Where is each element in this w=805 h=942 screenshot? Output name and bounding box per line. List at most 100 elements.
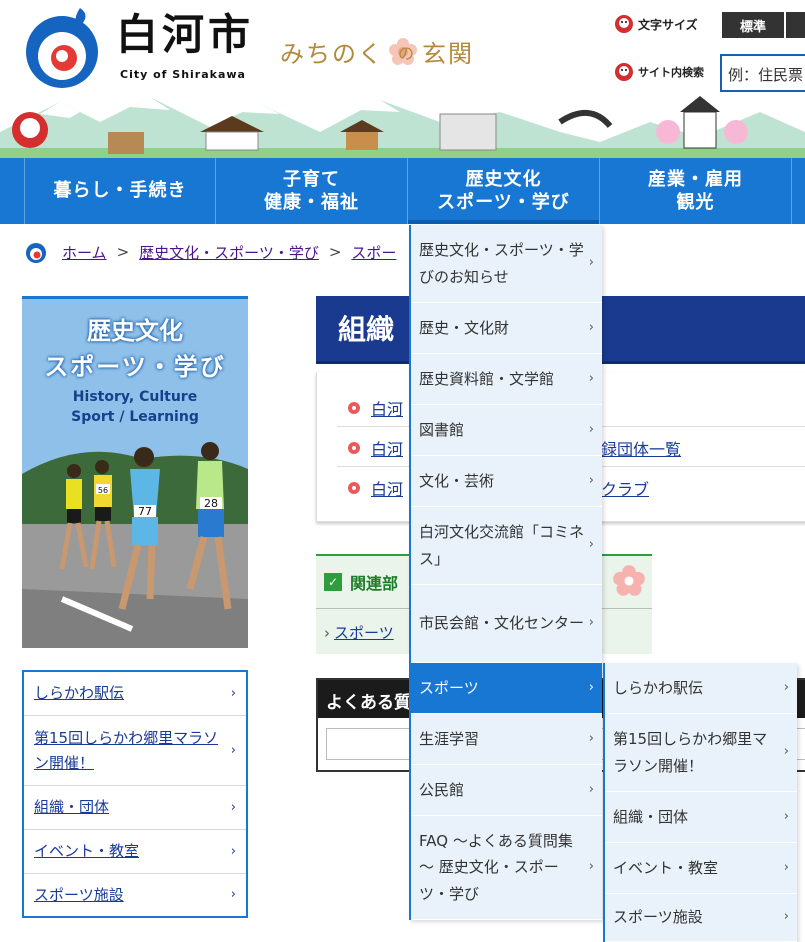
subdropdown-item[interactable]: 組織・団体 › [605, 792, 797, 843]
page-title: 組織 [338, 313, 395, 346]
chevron-right-icon: › [230, 887, 236, 903]
dropdown-item[interactable]: FAQ ～よくある質問集～ 歴史文化・スポーツ・学び › [411, 816, 602, 920]
organization-link[interactable]: 白河 録団体一覧 [347, 436, 681, 460]
subdropdown-item-label: 第15回しらかわ郷里マラソン開催！ [613, 730, 768, 775]
side-menu-item[interactable]: 組織・団体 › [24, 786, 246, 830]
nav-item-childcare[interactable]: 子育て 健康・福祉 [216, 158, 408, 224]
side-menu-item[interactable]: 第15回しらかわ郷里マラソン開催！ › [24, 716, 246, 786]
dropdown-item-label: 歴史文化・スポーツ・学びのお知らせ [419, 241, 584, 286]
breadcrumb-separator: > [328, 243, 342, 261]
dropdown-item-sports[interactable]: スポーツ › [411, 663, 602, 714]
site-name-en: City of Shirakawa [120, 68, 246, 81]
plum-bullet-icon [348, 482, 360, 494]
dropdown-item-label: スポーツ [419, 678, 479, 697]
nav-item-label: 健康・福祉 [264, 192, 359, 213]
daruma-icon [615, 63, 633, 81]
nav-item-label: 観光 [676, 192, 715, 213]
page: 白河市 City of Shirakawa みちのく の 玄関 文字サイズ 標準… [0, 0, 805, 942]
side-menu-item[interactable]: イベント・教室 › [24, 830, 246, 874]
city-logo-icon[interactable] [22, 6, 102, 92]
chevron-right-icon: › [588, 679, 594, 695]
side-banner[interactable]: 56 77 28 歴史文化 スポーツ・学び History, Culture S… [22, 296, 248, 648]
side-menu-item-label: 組織・団体 [34, 798, 110, 817]
font-size-standard-button[interactable]: 標準 [722, 12, 784, 38]
nav-item-culture-sports[interactable]: 歴史文化 スポーツ・学び [408, 158, 600, 224]
dropdown-item[interactable]: 文化・芸術 › [411, 456, 602, 507]
organization-link-tail: 録団体一覧 [601, 440, 682, 459]
dropdown-item-label: 公民館 [419, 780, 465, 799]
subdropdown-item[interactable]: 第15回しらかわ郷里マラソン開催！ › [605, 714, 797, 792]
subdropdown-item[interactable]: イベント・教室 › [605, 843, 797, 894]
banner-title: 歴史文化 [87, 317, 183, 345]
daruma-icon [615, 15, 633, 33]
plum-bullet-icon [348, 442, 360, 454]
chevron-right-icon: › [230, 799, 236, 815]
dropdown-item[interactable]: 歴史・文化財 › [411, 303, 602, 354]
subdropdown-item[interactable]: しらかわ駅伝 › [605, 663, 797, 714]
dropdown-item-label: FAQ ～よくある質問集～ 歴史文化・スポーツ・学び [419, 832, 573, 903]
side-menu-item-label: 第15回しらかわ郷里マラソン開催！ [34, 728, 219, 772]
nav-item-label: スポーツ・学び [437, 192, 570, 213]
chevron-right-icon: › [588, 472, 594, 488]
dropdown-item[interactable]: 白河文化交流館「コミネス」 › [411, 507, 602, 585]
global-nav: 暮らし・手続き 子育て 健康・福祉 歴史文化 スポーツ・学び 産業・雇用 観光 [0, 158, 805, 224]
chevron-right-icon: › [230, 843, 236, 859]
chevron-right-icon: › [588, 370, 594, 386]
dropdown-item[interactable]: 公民館 › [411, 765, 602, 816]
organization-link-label: 白河 [371, 440, 404, 459]
dropdown-item[interactable]: 歴史資料館・文学館 › [411, 354, 602, 405]
subdropdown-item-label: スポーツ施設 [613, 908, 703, 927]
dropdown-item[interactable]: 図書館 › [411, 405, 602, 456]
subdropdown-item[interactable]: スポーツ施設 › [605, 894, 797, 942]
subdropdown-item-label: イベント・教室 [613, 858, 719, 877]
nav-item-industry[interactable]: 産業・雇用 観光 [600, 158, 792, 224]
side-menu-item-label: イベント・教室 [34, 842, 140, 861]
side-menu-item[interactable]: スポーツ施設 › [24, 874, 246, 916]
chevron-right-icon: › [783, 744, 789, 760]
tagline: みちのく の 玄関 [280, 34, 474, 69]
chevron-right-icon: › [324, 623, 330, 642]
related-link[interactable]: › スポーツ [324, 622, 394, 643]
breadcrumb-sports-link[interactable]: スポー [351, 242, 396, 263]
organization-link[interactable]: 白河 [347, 396, 403, 420]
site-name[interactable]: 白河市 [116, 14, 254, 56]
nav-item-living[interactable]: 暮らし・手続き [24, 158, 216, 224]
dropdown-item-label: 図書館 [419, 420, 465, 439]
related-heading: ✓ 関連部 [324, 570, 398, 594]
organization-link-tail: クラブ [601, 480, 650, 499]
breadcrumb-culture-link[interactable]: 歴史文化・スポーツ・学び [139, 242, 319, 263]
dropdown-item-label: 文化・芸術 [419, 471, 495, 490]
dropdown-item[interactable]: 市民会館・文化センター › [411, 585, 602, 663]
chevron-right-icon: › [588, 859, 594, 875]
font-size-large-button[interactable] [786, 12, 805, 38]
chevron-right-icon: › [588, 730, 594, 746]
dropdown-item[interactable]: 歴史文化・スポーツ・学びのお知らせ › [411, 225, 602, 303]
chevron-right-icon: › [588, 537, 594, 553]
bib-number: 77 [138, 505, 152, 518]
dropdown-item[interactable]: 生涯学習 › [411, 714, 602, 765]
tagline-mid: の [398, 43, 417, 63]
plum-flower-icon [613, 565, 645, 596]
nav-subdropdown-sports: しらかわ駅伝 › 第15回しらかわ郷里マラソン開催！ › 組織・団体 › イベン… [603, 663, 797, 942]
chevron-right-icon: › [588, 615, 594, 631]
chevron-right-icon: › [783, 679, 789, 695]
chevron-right-icon: › [783, 808, 789, 824]
dropdown-item-label: 歴史・文化財 [419, 318, 510, 337]
font-size-label: 文字サイズ [638, 17, 698, 32]
side-menu: しらかわ駅伝 › 第15回しらかわ郷里マラソン開催！ › 組織・団体 › イベン… [22, 670, 248, 918]
site-search-control: サイト内検索 [614, 62, 704, 82]
chevron-right-icon: › [588, 255, 594, 271]
nav-item-label: 暮らし・手続き [53, 180, 187, 202]
dropdown-item-label: 市民会館・文化センター [419, 614, 585, 633]
site-search-input[interactable]: 例：住民票 [720, 54, 805, 92]
subdropdown-item-label: 組織・団体 [613, 807, 689, 826]
organization-link[interactable]: 白河 クラブ [347, 476, 649, 500]
bib-number: 28 [204, 497, 218, 510]
breadcrumb-home-link[interactable]: ホーム [62, 242, 107, 263]
chevron-right-icon: › [588, 319, 594, 335]
font-size-control: 文字サイズ [614, 14, 698, 34]
organization-link-label: 白河 [371, 400, 404, 419]
chevron-right-icon: › [588, 781, 594, 797]
plum-bullet-icon [348, 402, 360, 414]
side-menu-item[interactable]: しらかわ駅伝 › [24, 672, 246, 716]
